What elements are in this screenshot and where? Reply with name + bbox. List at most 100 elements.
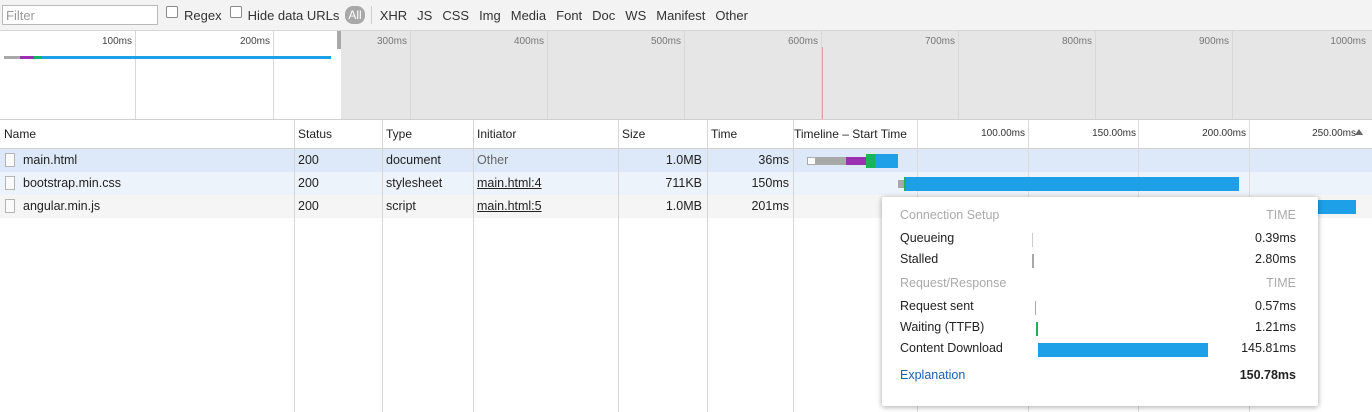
table-header: Name Status Type Initiator Size Time Tim… (0, 120, 1372, 149)
column-header-timeline[interactable]: Timeline – Start Time (790, 120, 918, 148)
cell-size: 1.0MB (665, 153, 702, 167)
regex-label[interactable]: Regex (184, 8, 222, 23)
waterfall-ssl-bar[interactable] (846, 157, 866, 165)
cell-initiator-link[interactable]: main.html:4 (477, 172, 542, 195)
overview-request-bar (34, 56, 42, 59)
waterfall-queue-bar[interactable] (807, 157, 816, 165)
timing-value: 2.80ms (1255, 252, 1296, 266)
overview-tick: 200ms (239, 36, 270, 47)
table-row[interactable]: main.html 200 document Other 1.0MB 36ms (0, 149, 1372, 172)
overview-gridline (273, 31, 274, 119)
cell-type: stylesheet (386, 176, 443, 190)
total-time: 150.78ms (1239, 368, 1296, 382)
type-filter-xhr[interactable]: XHR (380, 8, 407, 23)
column-header-size[interactable]: Size (618, 120, 707, 148)
tooltip-footer: Explanation 150.78ms (900, 368, 1298, 388)
column-divider[interactable] (473, 120, 474, 412)
waterfall-download-bar[interactable] (906, 177, 1239, 191)
timing-bar (1036, 322, 1038, 336)
overview-tick: 900ms (1198, 36, 1229, 47)
time-heading: TIME (1266, 208, 1296, 222)
timeline-overview[interactable]: 100ms 200ms 300ms 400ms 500ms 600ms 700m… (0, 31, 1372, 120)
type-filter-other[interactable]: Other (715, 8, 748, 23)
cell-name[interactable]: bootstrap.min.css (23, 172, 121, 195)
timing-tooltip: Connection Setup TIME Queueing 0.39ms St… (882, 197, 1318, 406)
overview-tick: 600ms (787, 36, 818, 47)
timeline-tick: 150.00ms (1092, 128, 1136, 139)
file-icon (5, 153, 15, 167)
cell-size: 711KB (665, 176, 702, 190)
overview-tick: 400ms (513, 36, 544, 47)
column-divider[interactable] (707, 120, 708, 412)
cell-initiator-link[interactable]: main.html:5 (477, 195, 542, 218)
overview-request-bar (42, 56, 331, 59)
type-filter-img[interactable]: Img (479, 8, 501, 23)
overview-gridline (684, 31, 685, 119)
type-filter-css[interactable]: CSS (442, 8, 469, 23)
timeline-tick: 100.00ms (981, 128, 1025, 139)
column-header-time[interactable]: Time (707, 120, 794, 148)
file-icon (5, 199, 15, 213)
cell-status: 200 (298, 153, 319, 167)
hide-data-urls-label[interactable]: Hide data URLs (248, 8, 340, 23)
column-header-type[interactable]: Type (382, 120, 473, 148)
type-filter-ws[interactable]: WS (625, 8, 646, 23)
type-filter-doc[interactable]: Doc (592, 8, 615, 23)
overview-gridline (958, 31, 959, 119)
timing-row-queueing: Queueing 0.39ms (900, 231, 1298, 251)
overview-tick: 500ms (650, 36, 681, 47)
cell-type: document (386, 153, 441, 167)
type-filter-manifest[interactable]: Manifest (656, 8, 705, 23)
overview-request-bar (20, 56, 34, 59)
overview-gridline (1232, 31, 1233, 119)
time-heading: TIME (1266, 276, 1296, 290)
timing-value: 0.57ms (1255, 299, 1296, 313)
timing-bar (1032, 254, 1034, 268)
hide-data-urls-checkbox[interactable] (229, 6, 242, 18)
column-divider[interactable] (618, 120, 619, 412)
connection-setup-heading: Connection Setup (900, 208, 1000, 222)
file-icon (5, 176, 15, 190)
cell-time: 150ms (751, 176, 789, 190)
cell-name[interactable]: angular.min.js (23, 195, 100, 218)
type-filter-all[interactable]: All (345, 6, 365, 24)
column-divider[interactable] (793, 120, 794, 412)
timing-row-stalled: Stalled 2.80ms (900, 252, 1298, 272)
timeline-tick: 200.00ms (1202, 128, 1246, 139)
timing-value: 1.21ms (1255, 320, 1296, 334)
overview-drag-handle[interactable] (337, 31, 341, 49)
overview-tick: 1000ms (1330, 36, 1366, 47)
type-filter-font[interactable]: Font (556, 8, 582, 23)
cell-initiator: Other (477, 153, 509, 167)
tooltip-section-header: Connection Setup TIME (900, 208, 1298, 228)
timing-row-request-sent: Request sent 0.57ms (900, 299, 1298, 319)
column-divider[interactable] (382, 120, 383, 412)
type-filter-media[interactable]: Media (511, 8, 546, 23)
overview-tick: 700ms (924, 36, 955, 47)
explanation-link[interactable]: Explanation (900, 368, 965, 382)
overview-request-bar (4, 56, 20, 59)
cell-time: 36ms (758, 153, 789, 167)
timing-bar (1032, 233, 1033, 247)
tooltip-section-header: Request/Response TIME (900, 276, 1298, 296)
column-header-name[interactable]: Name (0, 120, 294, 148)
overview-tick: 300ms (376, 36, 407, 47)
type-filter-js[interactable]: JS (417, 8, 432, 23)
sort-ascending-icon[interactable] (1355, 129, 1363, 135)
regex-checkbox[interactable] (166, 6, 178, 18)
timing-value: 0.39ms (1255, 231, 1296, 245)
overview-tick: 800ms (1061, 36, 1092, 47)
waterfall-download-bar[interactable] (1318, 200, 1356, 214)
column-divider[interactable] (294, 120, 295, 412)
column-header-status[interactable]: Status (294, 120, 382, 148)
column-header-initiator[interactable]: Initiator (473, 120, 618, 148)
cell-name[interactable]: main.html (23, 149, 77, 172)
waterfall-ttfb-bar[interactable] (866, 154, 875, 168)
waterfall-stalled-bar[interactable] (816, 157, 846, 165)
timing-row-content-download: Content Download 145.81ms (900, 341, 1298, 361)
filter-input[interactable] (2, 5, 158, 25)
request-response-heading: Request/Response (900, 276, 1007, 290)
timing-bar (1035, 301, 1036, 315)
timeline-tick: 250.00ms (1312, 128, 1356, 139)
waterfall-download-bar[interactable] (875, 154, 898, 168)
